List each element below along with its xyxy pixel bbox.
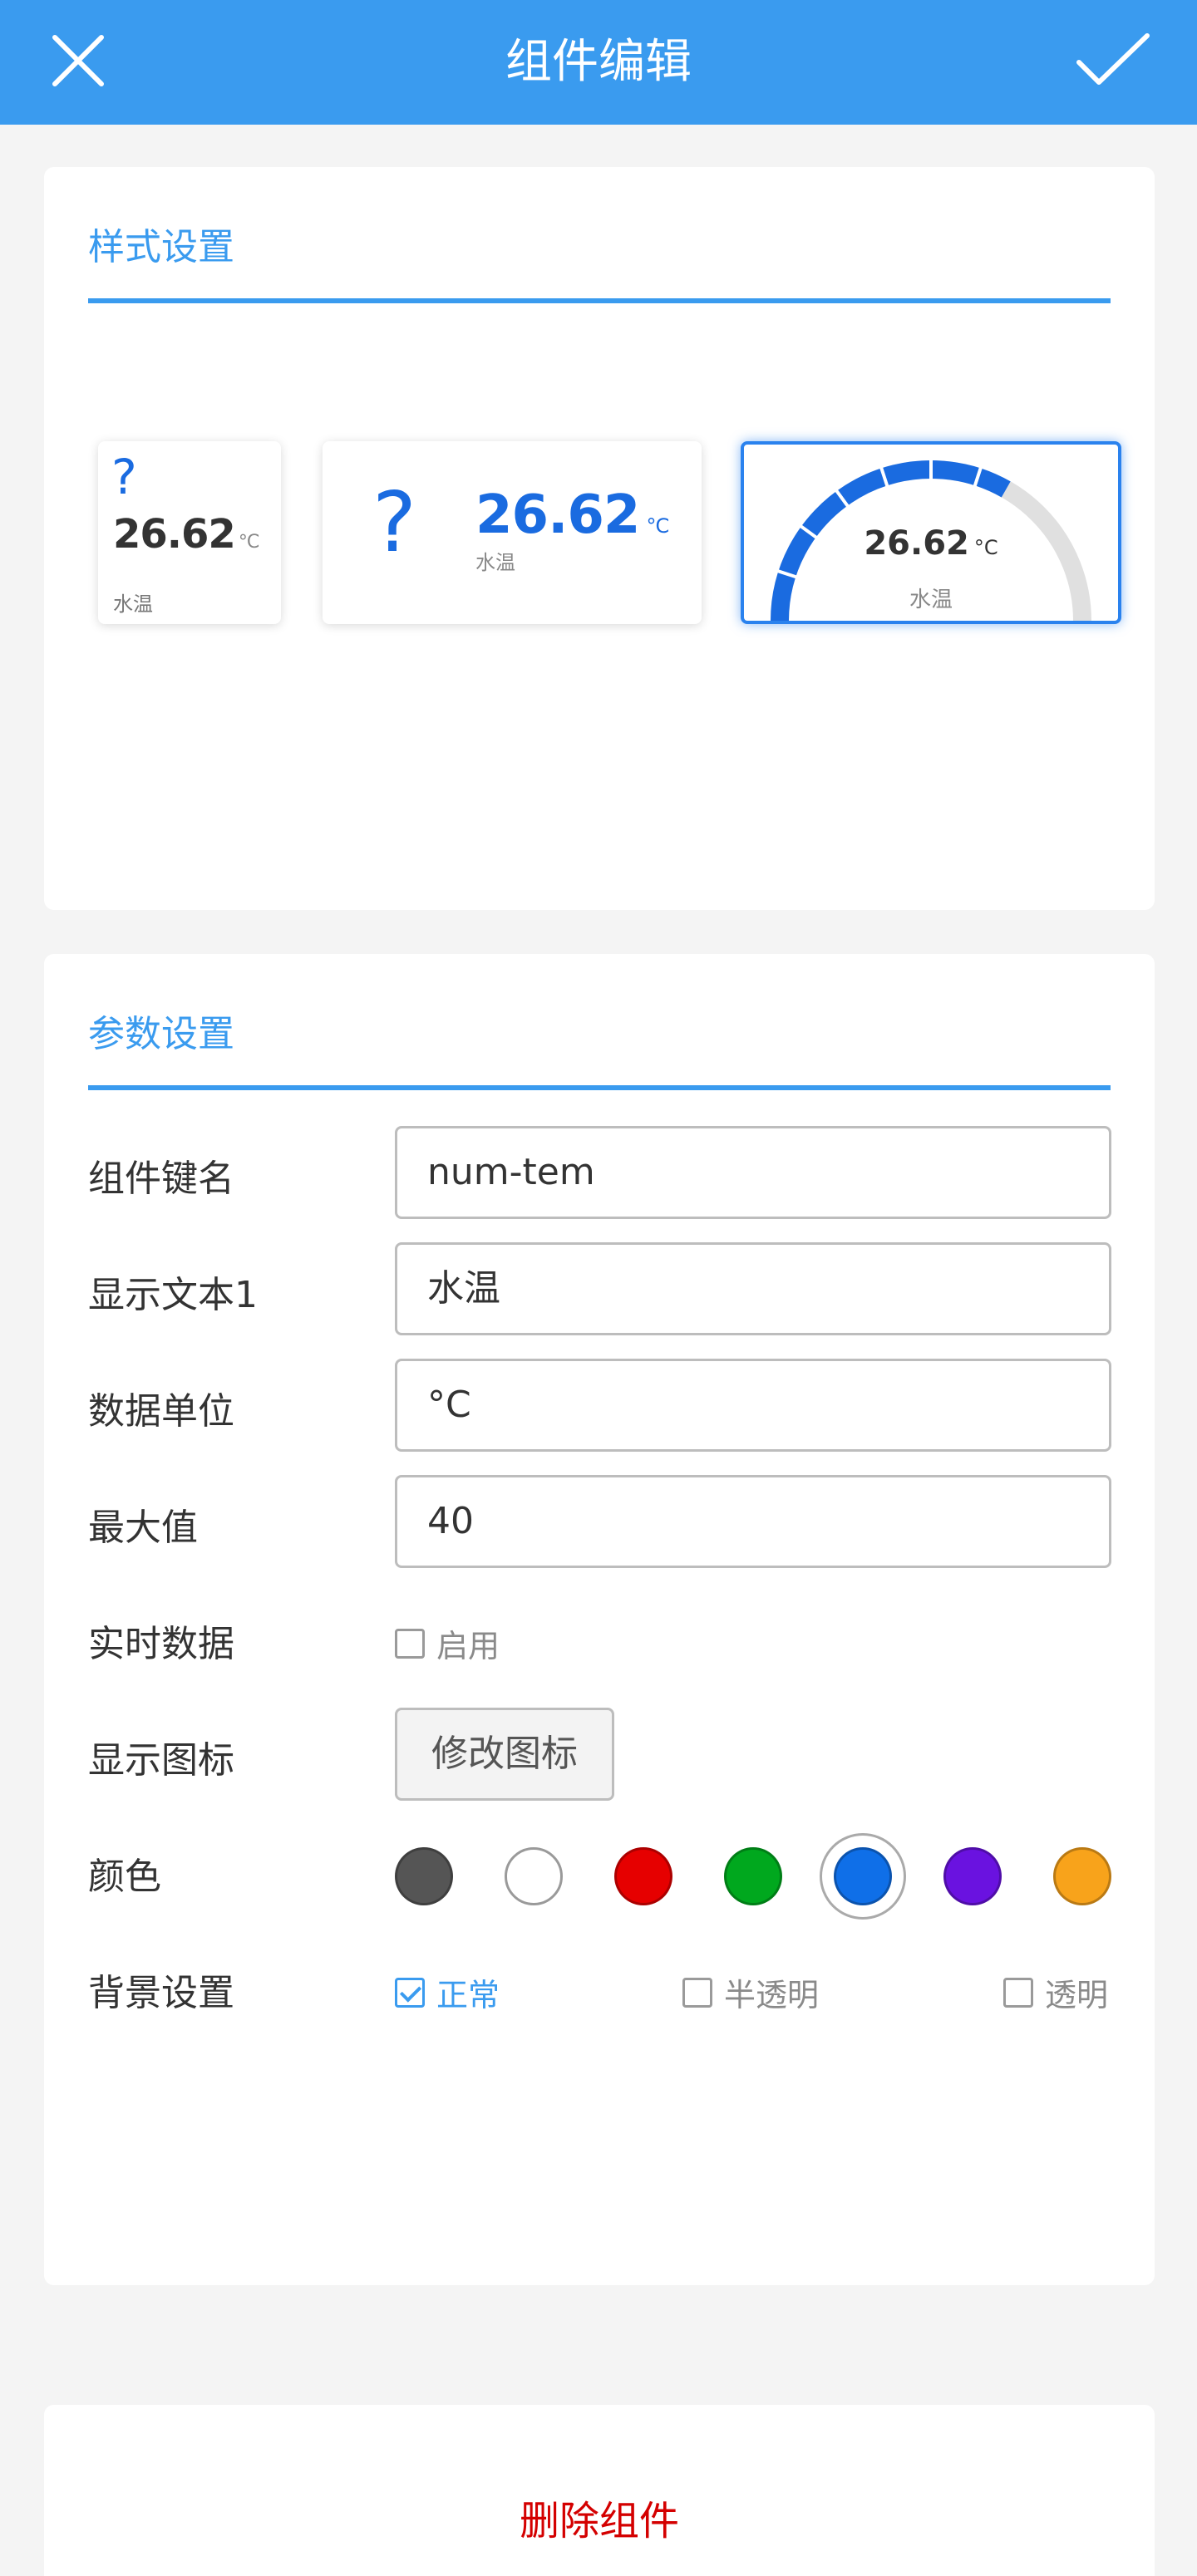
checkbox-label: 启用 bbox=[436, 1628, 500, 1664]
color-label: 颜色 bbox=[88, 1856, 161, 1898]
background-label: 背景设置 bbox=[88, 1972, 234, 2014]
checkbox-label: 正常 bbox=[436, 1977, 500, 2013]
max-input[interactable]: 40 bbox=[395, 1475, 1111, 1568]
preview-label: 水温 bbox=[475, 551, 515, 574]
style-option-compact[interactable]: ? 26.62 °C 水温 bbox=[98, 441, 281, 624]
checkbox-label: 透明 bbox=[1045, 1977, 1109, 2013]
checkbox-box bbox=[395, 1628, 425, 1659]
preview-label: 水温 bbox=[909, 587, 953, 612]
max-label: 最大值 bbox=[88, 1507, 198, 1549]
text1-label: 显示文本1 bbox=[88, 1274, 258, 1316]
realtime-enable-checkbox[interactable]: 启用 bbox=[395, 1620, 500, 1666]
color-swatch[interactable] bbox=[395, 1847, 453, 1905]
color-swatch[interactable] bbox=[614, 1847, 672, 1905]
confirm-button[interactable] bbox=[1072, 29, 1155, 96]
color-swatch[interactable] bbox=[724, 1847, 782, 1905]
background-transparent-checkbox[interactable]: 透明 bbox=[1003, 1969, 1108, 2015]
preview-value: 26.62 °C bbox=[113, 511, 259, 558]
delete-card: 删除组件 bbox=[44, 2405, 1155, 2576]
style-section-title: 样式设置 bbox=[88, 226, 234, 268]
style-option-wide[interactable]: ? 26.62 °C 水温 bbox=[323, 441, 702, 624]
checkbox-box bbox=[1003, 1977, 1033, 2008]
color-swatch[interactable] bbox=[834, 1847, 892, 1905]
color-swatch[interactable] bbox=[505, 1847, 563, 1905]
checkbox-box bbox=[682, 1977, 712, 2008]
key-name-label: 组件键名 bbox=[88, 1158, 234, 1200]
color-swatch[interactable] bbox=[943, 1847, 1002, 1905]
style-option-gauge[interactable]: 26.62 °C 水温 bbox=[741, 441, 1121, 624]
background-normal-checkbox[interactable]: 正常 bbox=[395, 1969, 500, 2015]
placeholder-icon: ? bbox=[111, 449, 137, 505]
param-section-title: 参数设置 bbox=[88, 1013, 234, 1055]
check-icon bbox=[1076, 33, 1150, 85]
page-title: 组件编辑 bbox=[505, 35, 692, 89]
text1-input[interactable]: 水温 bbox=[395, 1242, 1111, 1335]
preview-value: 26.62 °C bbox=[864, 524, 998, 563]
color-swatch[interactable] bbox=[1053, 1847, 1111, 1905]
background-semi-transparent-checkbox[interactable]: 半透明 bbox=[682, 1969, 819, 2015]
param-settings-card: 参数设置 组件键名 num-tem 显示文本1 水温 数据单位 °C 最大值 4… bbox=[44, 954, 1155, 2285]
change-icon-button[interactable]: 修改图标 bbox=[395, 1708, 614, 1801]
style-settings-card: 样式设置 ? 26.62 °C 水温 ? 26.62 °C 水温 26.62 °C 水… bbox=[44, 167, 1155, 910]
key-name-input[interactable]: num-tem bbox=[395, 1126, 1111, 1219]
preview-label: 水温 bbox=[113, 592, 153, 616]
unit-input[interactable]: °C bbox=[395, 1359, 1111, 1452]
unit-label: 数据单位 bbox=[88, 1390, 234, 1433]
section-divider bbox=[88, 1085, 1111, 1090]
checkbox-box bbox=[395, 1977, 425, 2008]
realtime-label: 实时数据 bbox=[88, 1623, 234, 1665]
section-divider bbox=[88, 298, 1111, 303]
placeholder-icon: ? bbox=[372, 474, 417, 571]
icon-label: 显示图标 bbox=[88, 1739, 234, 1782]
preview-value: 26.62 °C bbox=[475, 484, 669, 546]
checkbox-label: 半透明 bbox=[724, 1977, 820, 2013]
top-bar: 组件编辑 bbox=[0, 0, 1197, 125]
delete-component-button[interactable]: 删除组件 bbox=[44, 2488, 1155, 2546]
